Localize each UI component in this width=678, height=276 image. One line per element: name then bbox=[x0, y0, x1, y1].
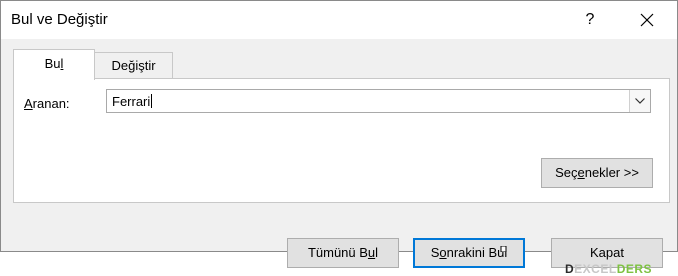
help-icon: ? bbox=[585, 11, 595, 28]
text-caret bbox=[151, 94, 153, 108]
find-replace-dialog: Bul ve Değiştir ? Bul Değiştir Aranan: F… bbox=[0, 0, 678, 252]
watermark-logo: DEXCELDERS bbox=[565, 262, 653, 276]
close-window-button[interactable] bbox=[629, 5, 665, 35]
find-history-dropdown-button[interactable] bbox=[629, 90, 650, 112]
tab-replace[interactable]: Değiştir bbox=[94, 52, 173, 79]
chevron-down-icon bbox=[635, 98, 645, 104]
tab-replace-label: Değiştir bbox=[111, 58, 156, 73]
options-button[interactable]: Seçenekler >> bbox=[541, 158, 653, 188]
tab-find[interactable]: Bul bbox=[13, 49, 95, 80]
options-button-label: Seçenekler >> bbox=[555, 165, 639, 180]
find-what-label: Aranan: bbox=[24, 96, 70, 111]
find-what-combobox[interactable]: Ferrari bbox=[106, 89, 651, 113]
tab-find-label: Bul bbox=[44, 56, 64, 71]
find-next-button[interactable]: Sonrakini Bul bbox=[413, 238, 525, 268]
find-what-input[interactable]: Ferrari bbox=[112, 94, 153, 109]
help-button[interactable]: ? bbox=[575, 5, 605, 35]
mouse-pointer-icon bbox=[500, 246, 507, 252]
find-all-button[interactable]: Tümünü Bul bbox=[287, 238, 399, 268]
find-next-button-label: Sonrakini Bul bbox=[430, 245, 508, 260]
title-bar: Bul ve Değiştir ? bbox=[1, 1, 677, 39]
dialog-title: Bul ve Değiştir bbox=[11, 11, 108, 28]
find-all-button-label: Tümünü Bul bbox=[307, 245, 379, 260]
close-icon bbox=[640, 13, 654, 27]
close-button-label: Kapat bbox=[590, 245, 624, 260]
find-tab-panel: Aranan: Ferrari Seçenekler >> bbox=[13, 78, 670, 203]
